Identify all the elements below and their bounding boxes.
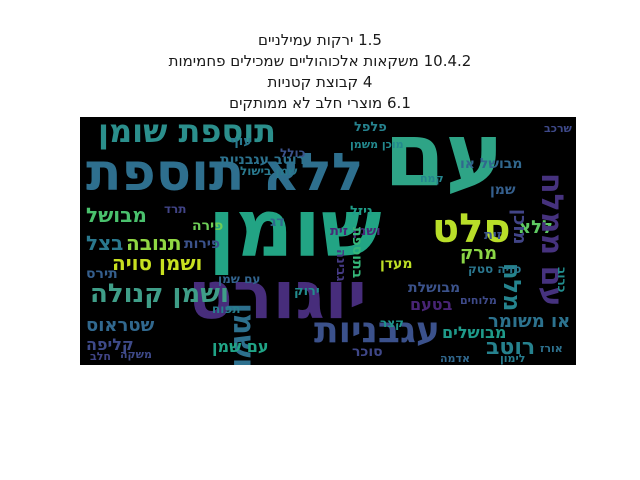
word: אדמה [440, 352, 470, 365]
word: כרוב [555, 267, 569, 293]
word: תרד [164, 202, 187, 216]
word: בצל [86, 231, 124, 255]
word: פירה [192, 218, 224, 234]
word: מבושלת [408, 280, 461, 296]
word: זית [484, 228, 502, 243]
word: מעדן [380, 256, 413, 272]
word: בתוספת [349, 227, 365, 279]
chart-title: 1.5 ירקות עמילניים 10.4.2 משקאות אלכוהול… [0, 30, 640, 114]
title-line-2: 10.4.2 משקאות אלכוהוליים שמכילים פחמימות [168, 52, 472, 70]
word: ניזל [350, 204, 373, 219]
word: שטראוס [86, 315, 155, 336]
title-line-4: 6.1 מוצרי חלב לא ממותקים [229, 94, 411, 112]
word: ירוק [294, 284, 320, 299]
word: קמח [420, 172, 444, 185]
word: שמן בישול [240, 164, 298, 178]
word: ושמן קנולה [90, 279, 229, 309]
word: לימון [500, 352, 526, 365]
word: דג [270, 214, 285, 230]
word: חלב [90, 350, 111, 363]
word: מלוחים [460, 294, 497, 307]
word: משקה [120, 348, 152, 361]
word: שרכב [544, 122, 572, 135]
word: סוכר [352, 344, 383, 360]
word-cloud: עם שומן ללא תוספת יוגורט תוספת שומן עגבנ… [80, 117, 576, 365]
word: תפוח [212, 302, 241, 316]
word: אורז [540, 342, 563, 355]
word: עם שמן [212, 337, 269, 356]
word: תירס [86, 266, 118, 282]
word: גבינה [333, 249, 348, 282]
word: שמן [490, 182, 516, 198]
word: כולל [280, 146, 306, 160]
word: מבושל [86, 203, 147, 227]
title-line-3: 4 קבוצת קטניות [267, 73, 373, 91]
word: מוכן [509, 209, 530, 245]
word: מבושל או [460, 156, 523, 172]
word: סויה סטק [468, 262, 522, 276]
word: תנובה [126, 231, 182, 255]
word: פירות [184, 236, 221, 252]
word: או משומר [488, 311, 571, 332]
word: בטעם [410, 295, 453, 314]
word: עם שמן [218, 272, 261, 286]
word: מרק [460, 243, 498, 264]
word: מוכן משמן [350, 138, 404, 151]
word: עוף [230, 134, 252, 149]
word: ושמן סויה [112, 251, 203, 275]
title-line-1: 1.5 ירקות עמילניים [258, 31, 382, 49]
word: קצר [380, 316, 404, 330]
word: פלפל [354, 120, 387, 135]
